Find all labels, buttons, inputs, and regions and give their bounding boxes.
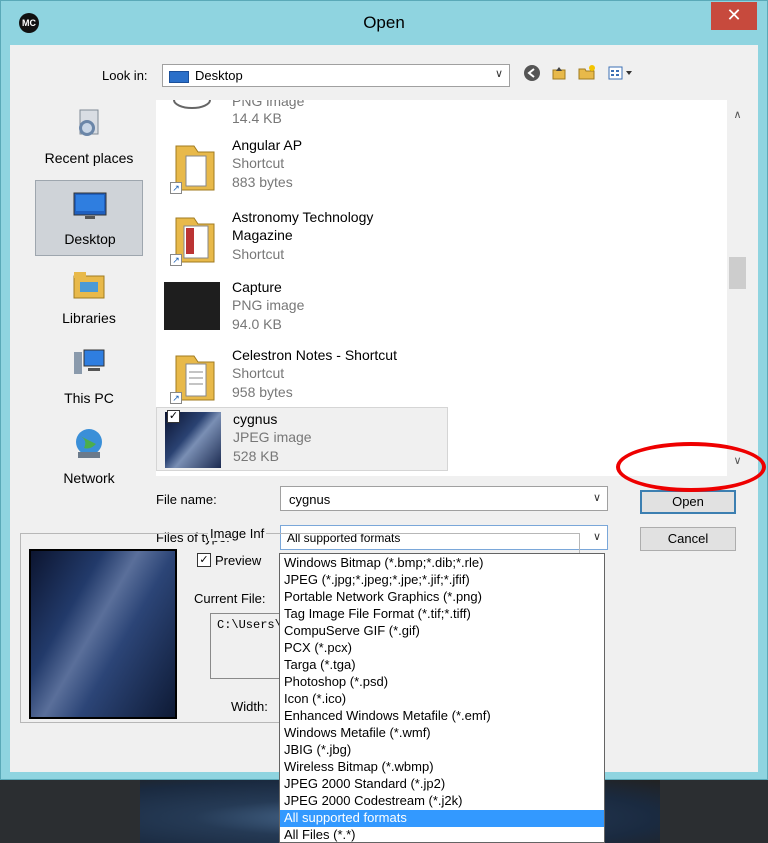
preview-image <box>29 549 177 719</box>
place-desktop[interactable]: Desktop <box>35 180 143 256</box>
place-thispc[interactable]: This PC <box>35 340 143 416</box>
shortcut-folder-icon: ↗ <box>164 210 220 266</box>
file-type-option[interactable]: Wireless Bitmap (*.wbmp) <box>280 759 604 776</box>
item-checkbox[interactable]: ✓ <box>167 410 180 423</box>
network-icon <box>70 426 108 462</box>
file-type-option[interactable]: JPEG (*.jpg;*.jpeg;*.jpe;*.jif;*.jfif) <box>280 572 604 589</box>
file-type-option[interactable]: JPEG 2000 Codestream (*.j2k) <box>280 793 604 810</box>
chevron-down-icon[interactable]: ∨ <box>593 530 601 543</box>
place-libraries[interactable]: Libraries <box>35 260 143 336</box>
current-file-label: Current File: <box>194 591 266 606</box>
file-type: PNG image <box>232 297 305 313</box>
shortcut-arrow-icon: ↗ <box>170 254 182 266</box>
place-label: This PC <box>64 390 114 406</box>
width-label: Width: <box>231 699 268 714</box>
file-type-dropdown[interactable]: Windows Bitmap (*.bmp;*.dib;*.rle) JPEG (… <box>279 553 605 843</box>
shortcut-document-icon: ↗ <box>164 348 220 404</box>
file-name-field[interactable]: cygnus ∨ <box>280 486 608 511</box>
file-type: JPEG image <box>233 429 312 445</box>
file-type: Shortcut <box>232 365 285 381</box>
open-button[interactable]: Open <box>640 490 736 514</box>
file-type-option[interactable]: Photoshop (*.psd) <box>280 674 604 691</box>
scroll-thumb[interactable] <box>729 257 746 289</box>
file-name: Celestron Notes - Shortcut <box>232 347 397 363</box>
file-detail: 883 bytes <box>232 174 293 190</box>
place-label: Desktop <box>64 231 116 247</box>
computer-icon <box>70 346 108 382</box>
file-type-option[interactable]: Windows Metafile (*.wmf) <box>280 725 604 742</box>
file-type-option[interactable]: JPEG 2000 Standard (*.jp2) <box>280 776 604 793</box>
scroll-up-icon[interactable]: ∧ <box>727 108 748 121</box>
chevron-down-icon: ∨ <box>494 68 503 80</box>
file-thumbnail <box>164 100 220 118</box>
file-type: PNG image <box>232 100 305 109</box>
file-detail: 94.0 KB <box>232 316 282 332</box>
file-type-option[interactable]: Enhanced Windows Metafile (*.emf) <box>280 708 604 725</box>
file-type: Shortcut <box>232 246 285 262</box>
highlight-annotation <box>616 442 766 492</box>
look-in-label: Look in: <box>102 68 148 83</box>
file-name: Astronomy Technology <box>232 209 374 225</box>
shortcut-arrow-icon: ↗ <box>170 182 182 194</box>
file-type-option[interactable]: All Files (*.*) <box>280 827 604 842</box>
file-type-option[interactable]: Targa (*.tga) <box>280 657 604 674</box>
place-label: Recent places <box>44 150 134 166</box>
shortcut-folder-icon: ↗ <box>164 138 220 194</box>
list-item[interactable]: PNG image 14.4 KB <box>156 100 456 126</box>
file-name: Angular AP <box>232 137 303 153</box>
look-in-value: Desktop <box>195 68 243 83</box>
new-folder-icon[interactable] <box>576 64 598 86</box>
image-info-label: Image Inf <box>208 526 267 541</box>
current-file-value: C:\Users\ <box>217 618 282 632</box>
place-label: Libraries <box>62 310 116 326</box>
file-type-option[interactable]: Portable Network Graphics (*.png) <box>280 589 604 606</box>
preview-label: Preview <box>215 553 262 568</box>
preview-checkbox[interactable]: ✓ <box>197 553 211 567</box>
file-type: Shortcut <box>232 155 285 171</box>
list-item-selected[interactable]: ✓ cygnus JPEG image 528 KB <box>156 407 448 471</box>
cancel-button[interactable]: Cancel <box>640 527 736 551</box>
list-item[interactable]: Capture PNG image 94.0 KB <box>156 276 456 336</box>
file-type-option[interactable]: All supported formats <box>280 810 604 827</box>
file-type-option[interactable]: PCX (*.pcx) <box>280 640 604 657</box>
list-item[interactable]: ↗ Astronomy Technology Magazine Shortcut <box>156 206 456 270</box>
file-name: Capture <box>232 279 282 295</box>
shortcut-arrow-icon: ↗ <box>170 392 182 404</box>
recent-places-icon <box>70 106 108 142</box>
look-in-combo[interactable]: Desktop ∨ <box>162 64 510 87</box>
chevron-down-icon[interactable]: ∨ <box>593 491 601 504</box>
up-folder-icon[interactable] <box>548 64 570 86</box>
place-label: Network <box>63 470 115 486</box>
file-name: cygnus <box>233 411 278 427</box>
vertical-scrollbar[interactable]: ∧ ∨ <box>727 100 748 476</box>
file-name-label: File name: <box>156 492 217 507</box>
desktop-icon <box>169 71 189 83</box>
dialog-title: Open <box>363 13 405 32</box>
file-type-option[interactable]: CompuServe GIF (*.gif) <box>280 623 604 640</box>
libraries-icon <box>70 266 108 302</box>
close-button[interactable]: ✕ <box>711 2 757 30</box>
list-item[interactable]: ↗ Celestron Notes - Shortcut Shortcut 95… <box>156 344 456 408</box>
desktop-icon <box>71 187 109 223</box>
back-icon[interactable] <box>521 64 543 86</box>
title-bar[interactable]: MC Open ✕ <box>1 1 767 45</box>
view-menu-icon[interactable] <box>606 64 638 86</box>
file-name-value: cygnus <box>289 492 331 507</box>
file-thumbnail <box>164 282 220 330</box>
file-detail: 958 bytes <box>232 384 293 400</box>
file-type-option[interactable]: Icon (*.ico) <box>280 691 604 708</box>
file-detail: 528 KB <box>233 448 279 464</box>
file-list[interactable]: PNG image 14.4 KB ↗ Angular AP Shortcut … <box>156 100 748 476</box>
file-type-option[interactable]: JBIG (*.jbg) <box>280 742 604 759</box>
place-network[interactable]: Network <box>35 420 143 496</box>
file-detail: 14.4 KB <box>232 110 282 126</box>
list-item[interactable]: ↗ Angular AP Shortcut 883 bytes <box>156 134 456 200</box>
file-type-option[interactable]: Windows Bitmap (*.bmp;*.dib;*.rle) <box>280 555 604 572</box>
place-recent[interactable]: Recent places <box>35 100 143 176</box>
places-bar: Recent places Desktop Libraries This PC <box>35 100 150 490</box>
file-type-option[interactable]: Tag Image File Format (*.tif;*.tiff) <box>280 606 604 623</box>
file-name-line2: Magazine <box>232 227 293 243</box>
